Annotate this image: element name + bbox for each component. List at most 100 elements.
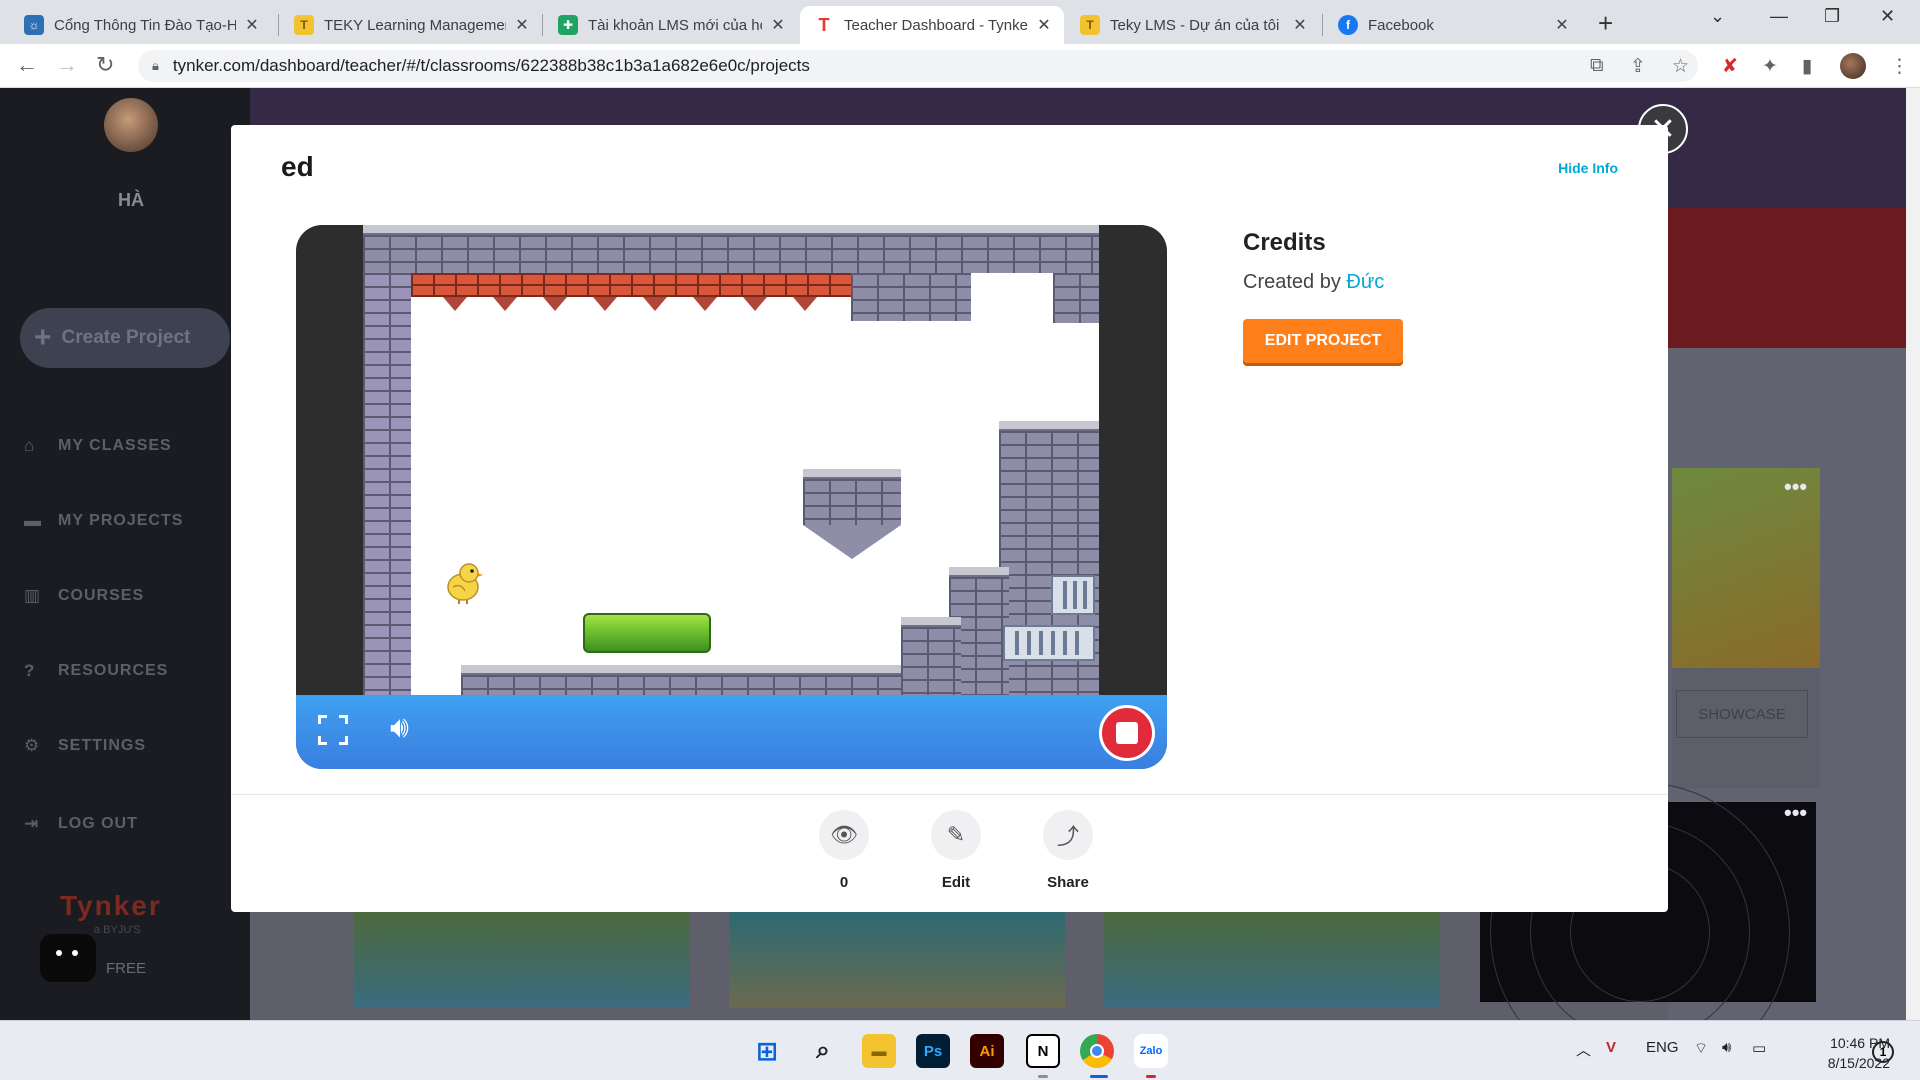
tab-tai-khoan-lms[interactable]: ✚ Tài khoản LMS mới của học ✕ <box>544 6 798 44</box>
tab-search-icon[interactable]: ⌄ <box>1710 6 1725 27</box>
tynker-logo-subtitle: a BYJU'S <box>94 924 141 936</box>
credits-heading: Credits <box>1243 229 1326 256</box>
eye-icon[interactable]: 👁︎ <box>819 810 869 860</box>
tab-teky-lms[interactable]: T Teky LMS - Dự án của tôi ✕ <box>1066 6 1320 44</box>
tab-teacher-dashboard[interactable]: T Teacher Dashboard - Tynker ✕ <box>800 6 1064 44</box>
forward-icon[interactable]: → <box>56 52 78 78</box>
notion-icon[interactable]: N <box>1026 1034 1060 1068</box>
back-icon[interactable]: ← <box>16 52 38 78</box>
game-stage[interactable] <box>363 225 1099 695</box>
battery-icon[interactable]: ▭ <box>1752 1039 1766 1057</box>
close-tab-icon[interactable]: ✕ <box>768 15 788 35</box>
created-by: Created by Đức <box>1243 271 1385 293</box>
sidebar-item-my-classes[interactable]: ⌂ MY CLASSES <box>24 436 172 456</box>
extensions-puzzle-icon[interactable]: ✦ <box>1762 55 1778 78</box>
player-controls: 🔊︎ <box>296 695 1167 769</box>
maximize-icon[interactable]: ❐ <box>1824 6 1840 27</box>
chat-bot-icon[interactable] <box>40 934 96 982</box>
folder-icon: ▬ <box>24 511 42 530</box>
teky-icon: T <box>294 15 314 35</box>
hide-info-link[interactable]: Hide Info <box>1558 160 1618 176</box>
wifi-icon[interactable]: ⌔ <box>1694 1039 1708 1058</box>
school-icon: ☼ <box>24 15 44 35</box>
illustrator-icon[interactable]: Ai <box>970 1034 1004 1068</box>
edit-project-button[interactable]: EDIT PROJECT <box>1243 319 1403 363</box>
stop-button[interactable] <box>1099 705 1155 761</box>
logout-icon: ⇥ <box>24 814 40 833</box>
reload-icon[interactable]: ↻ <box>96 52 114 78</box>
extension-icon[interactable]: ✘ <box>1722 55 1738 78</box>
showcase-button[interactable]: SHOWCASE <box>1676 690 1808 738</box>
page-scrollbar[interactable] <box>1906 88 1920 1020</box>
project-thumbnail[interactable] <box>1104 910 1440 1008</box>
translate-icon[interactable]: ⧉ <box>1590 55 1604 77</box>
url-field[interactable]: 🔒︎ tynker.com/dashboard/teacher/#/t/clas… <box>138 50 1698 82</box>
sheets-icon: ✚ <box>558 15 578 35</box>
banner <box>1668 208 1920 348</box>
share-icon[interactable]: ⤴ <box>1043 810 1093 860</box>
card-menu-icon[interactable]: ••• <box>1784 474 1807 500</box>
sidebar-item-my-projects[interactable]: ▬ MY PROJECTS <box>24 511 183 531</box>
minimize-icon[interactable]: — <box>1770 6 1788 27</box>
tynker-icon: T <box>818 14 830 35</box>
fullscreen-icon[interactable] <box>318 715 348 745</box>
project-thumbnail[interactable] <box>354 910 690 1008</box>
close-tab-icon[interactable]: ✕ <box>512 15 532 35</box>
tab-cong-thong-tin[interactable]: ☼ Cổng Thông Tin Đào Tạo-H ✕ <box>10 6 272 44</box>
photoshop-icon[interactable]: Ps <box>916 1034 950 1068</box>
file-explorer-icon[interactable]: ▬ <box>862 1034 896 1068</box>
modal-divider <box>231 794 1668 795</box>
share-page-icon[interactable]: ⇪ <box>1630 55 1646 78</box>
zalo-icon[interactable]: Zalo <box>1134 1034 1168 1068</box>
project-modal: ed Hide Info 🔊︎ Credits Created by Đức E… <box>231 125 1668 912</box>
game-player: 🔊︎ <box>296 225 1167 769</box>
sidebar-item-settings[interactable]: ⚙ SETTINGS <box>24 736 146 756</box>
home-icon: ⌂ <box>24 436 36 455</box>
tray-app-icon[interactable]: V <box>1606 1039 1616 1056</box>
plus-icon: + <box>34 321 52 354</box>
views-count: 0 <box>839 874 849 891</box>
side-panel-icon[interactable]: ▮ <box>1802 55 1812 78</box>
close-tab-icon[interactable]: ✕ <box>1552 15 1572 35</box>
volume-icon[interactable]: 🔊︎ <box>390 711 409 745</box>
card-menu-icon[interactable]: ••• <box>1784 800 1807 826</box>
notification-badge[interactable]: 1 <box>1872 1041 1894 1063</box>
new-tab-icon[interactable]: + <box>1598 8 1613 39</box>
language-indicator[interactable]: ENG <box>1646 1039 1679 1056</box>
browser-tab-strip: ☼ Cổng Thông Tin Đào Tạo-H ✕ T TEKY Lear… <box>0 0 1920 44</box>
stop-icon <box>1116 722 1138 744</box>
create-project-button[interactable]: + Create Project <box>20 308 230 368</box>
search-icon[interactable]: ⌕ <box>806 1034 840 1068</box>
tab-facebook[interactable]: f Facebook ✕ <box>1324 6 1582 44</box>
share-action[interactable]: ⤴ Share <box>1038 810 1098 891</box>
book-icon: ▥ <box>24 586 42 605</box>
tab-teky-learning[interactable]: T TEKY Learning Managemen ✕ <box>280 6 542 44</box>
sidebar-item-courses[interactable]: ▥ COURSES <box>24 586 144 606</box>
sidebar-item-resources[interactable]: ? RESOURCES <box>24 661 168 681</box>
sidebar-item-log-out[interactable]: ⇥ LOG OUT <box>24 814 138 834</box>
tynker-logo: Tynker <box>60 890 162 921</box>
show-hidden-icons-icon[interactable]: ︿ <box>1576 1039 1591 1060</box>
bookmark-star-icon[interactable]: ☆ <box>1672 55 1689 78</box>
plan-label: FREE <box>106 960 147 977</box>
avatar[interactable] <box>104 98 158 152</box>
chrome-icon[interactable] <box>1080 1034 1114 1068</box>
pencil-icon[interactable]: ✎ <box>931 810 981 860</box>
profile-avatar[interactable] <box>1840 53 1866 79</box>
author-link[interactable]: Đức <box>1346 271 1384 293</box>
window-close-icon[interactable]: ✕ <box>1880 6 1895 27</box>
edit-action[interactable]: ✎ Edit <box>926 810 986 891</box>
project-title: ed <box>281 151 314 182</box>
facebook-icon: f <box>1338 15 1358 35</box>
speaker-icon[interactable]: 🔊︎ <box>1722 1039 1731 1056</box>
gear-icon: ⚙ <box>24 736 41 755</box>
views-action[interactable]: 👁︎ 0 <box>814 810 874 891</box>
windows-start-icon[interactable]: ⊞ <box>750 1034 784 1068</box>
chick-sprite <box>447 563 483 604</box>
lock-icon[interactable]: 🔒︎ <box>152 58 159 74</box>
chrome-menu-icon[interactable]: ⋮ <box>1890 55 1909 78</box>
close-tab-icon[interactable]: ✕ <box>1034 15 1054 35</box>
project-thumbnail[interactable] <box>729 910 1065 1008</box>
close-tab-icon[interactable]: ✕ <box>1290 15 1310 35</box>
close-tab-icon[interactable]: ✕ <box>242 15 262 35</box>
